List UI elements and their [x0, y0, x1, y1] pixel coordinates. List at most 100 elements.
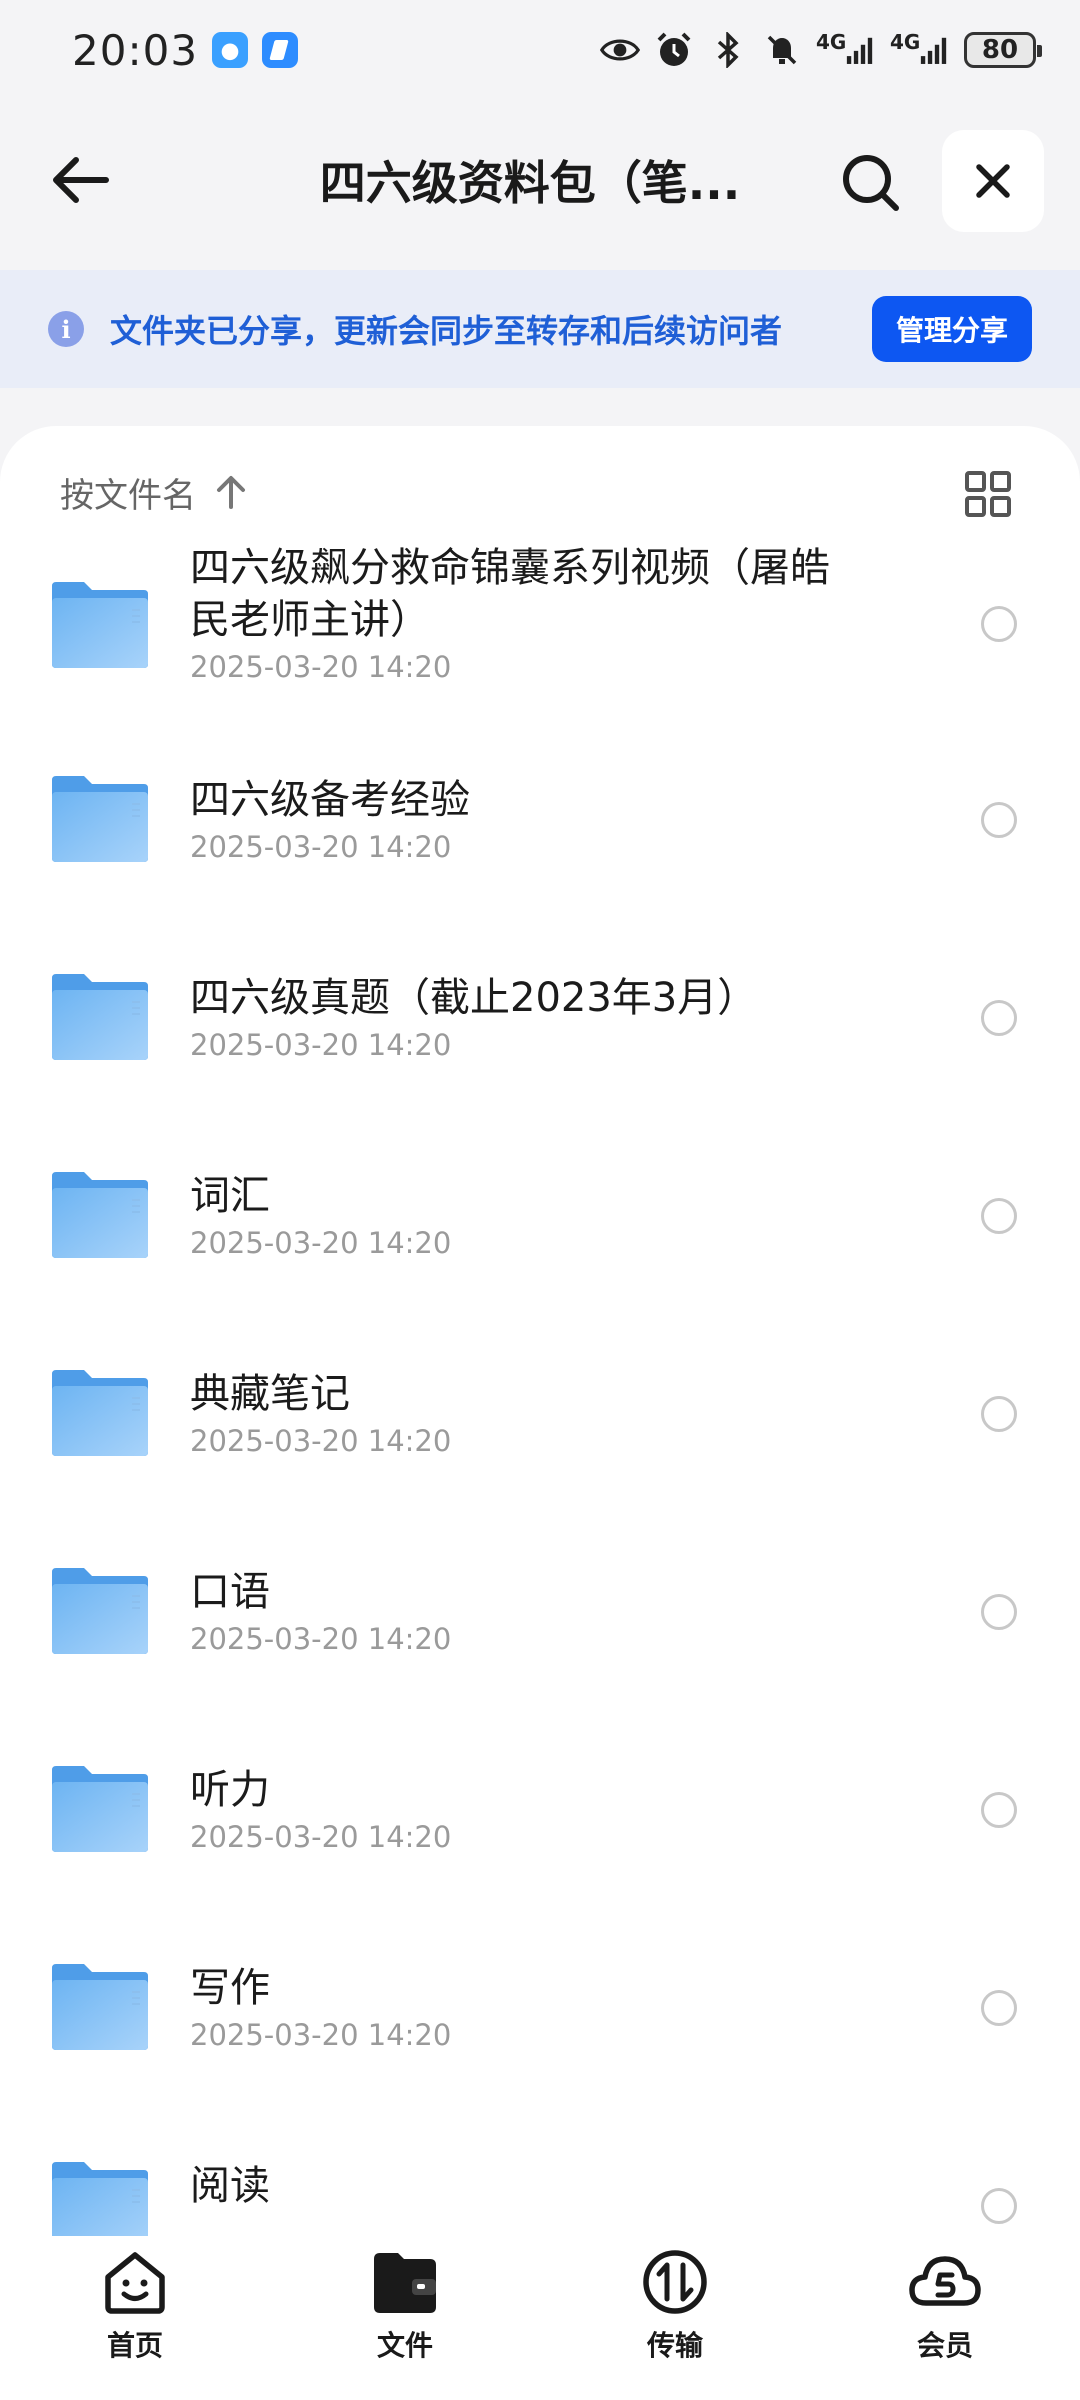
file-date: 2025-03-20 14:20	[190, 1622, 452, 1656]
app-notification-icon	[212, 32, 249, 68]
folder-icon	[52, 1172, 148, 1258]
file-date: 2025-03-20 14:20	[190, 1820, 452, 1854]
file-name: 四六级飙分救命锦囊系列视频（屠皓	[190, 545, 830, 591]
share-notice-text: 文件夹已分享，更新会同步至转存和后续访问者	[110, 312, 783, 350]
bottom-nav: 首页 文件 传输 会员	[0, 2236, 1080, 2400]
nav-transfer[interactable]: 传输	[540, 2236, 810, 2400]
list-item[interactable]: 阅读	[0, 2094, 1080, 2246]
list-item[interactable]: 听力 2025-03-20 14:20	[0, 1698, 1080, 1896]
select-radio[interactable]	[981, 1792, 1017, 1828]
sort-row: 按文件名	[0, 426, 1080, 558]
nav-label: 传输	[646, 2329, 703, 2362]
select-radio[interactable]	[981, 802, 1017, 838]
nav-label: 会员	[916, 2329, 973, 2362]
search-icon	[843, 155, 899, 211]
eye-icon	[600, 30, 640, 70]
nav-files[interactable]: 文件	[270, 2236, 540, 2400]
file-text: 四六级飙分救命锦囊系列视频（屠皓 民老师主讲） 2025-03-20 14:20	[190, 542, 890, 684]
signal-icon: 4G	[890, 30, 950, 70]
folder-icon	[52, 1964, 148, 2050]
file-date: 2025-03-20 14:20	[190, 650, 452, 684]
search-button[interactable]	[836, 148, 906, 218]
nav-home[interactable]: 首页	[0, 2236, 270, 2400]
list-item[interactable]: 写作 2025-03-20 14:20	[0, 1896, 1080, 2094]
close-icon	[976, 164, 1010, 198]
bluetooth-icon	[708, 30, 748, 70]
close-button[interactable]	[942, 130, 1044, 232]
home-smile-icon	[97, 2244, 173, 2320]
file-date: 2025-03-20 14:20	[190, 830, 452, 864]
file-name: 阅读	[190, 2163, 270, 2209]
select-radio[interactable]	[981, 1198, 1017, 1234]
file-text: 四六级备考经验 2025-03-20 14:20	[190, 774, 890, 864]
share-notice-banner: i 文件夹已分享，更新会同步至转存和后续访问者 管理分享	[0, 270, 1080, 388]
select-radio[interactable]	[981, 1990, 1017, 2026]
battery-indicator: 80	[964, 32, 1042, 68]
nav-label: 文件	[376, 2329, 433, 2362]
select-radio[interactable]	[981, 2188, 1017, 2224]
folder-icon	[52, 1568, 148, 1654]
arrow-left-icon	[53, 157, 109, 203]
top-app-bar: 四六级资料包（笔...	[0, 120, 1080, 240]
file-name: 写作	[190, 1965, 270, 2011]
file-text: 写作 2025-03-20 14:20	[190, 1962, 890, 2052]
nav-label: 首页	[106, 2329, 163, 2362]
alarm-icon	[654, 30, 694, 70]
file-list: 四六级飙分救命锦囊系列视频（屠皓 民老师主讲） 2025-03-20 14:20…	[0, 542, 1080, 2246]
folder-icon	[52, 776, 148, 862]
status-time: 20:03	[72, 25, 199, 75]
list-item[interactable]: 四六级备考经验 2025-03-20 14:20	[0, 708, 1080, 906]
select-radio[interactable]	[981, 1594, 1017, 1630]
file-name: 口语	[190, 1569, 270, 1615]
network-label: 4G	[816, 30, 847, 54]
list-item[interactable]: 四六级真题（截止2023年3月） 2025-03-20 14:20	[0, 906, 1080, 1104]
info-icon: i	[48, 311, 84, 347]
file-name: 四六级真题（截止2023年3月）	[190, 975, 758, 1021]
status-right: 4G 4G 80	[600, 30, 1042, 70]
mute-icon	[762, 30, 802, 70]
grid-view-icon[interactable]	[964, 470, 1012, 518]
select-radio[interactable]	[981, 606, 1017, 642]
arrow-up-icon[interactable]	[216, 475, 246, 509]
list-item[interactable]: 四六级飙分救命锦囊系列视频（屠皓 民老师主讲） 2025-03-20 14:20	[0, 542, 1080, 708]
list-item[interactable]: 词汇 2025-03-20 14:20	[0, 1104, 1080, 1302]
network-label: 4G	[890, 30, 921, 54]
cloud-member-icon	[907, 2244, 983, 2320]
status-left: 20:03	[72, 25, 299, 75]
list-item[interactable]: 口语 2025-03-20 14:20	[0, 1500, 1080, 1698]
file-text: 典藏笔记 2025-03-20 14:20	[190, 1368, 890, 1458]
file-date: 2025-03-20 14:20	[190, 1424, 452, 1458]
manage-share-button[interactable]: 管理分享	[871, 296, 1032, 362]
file-text: 听力 2025-03-20 14:20	[190, 1764, 890, 1854]
file-name: 词汇	[190, 1173, 270, 1219]
file-name: 听力	[190, 1767, 270, 1813]
nav-member[interactable]: 会员	[810, 2236, 1080, 2400]
folder-icon	[52, 2162, 148, 2246]
file-date: 2025-03-20 14:20	[190, 2018, 452, 2052]
file-list-panel: 按文件名 四六级飙分救命锦囊系列视频（屠皓 民老师主讲） 2025-03-20 …	[0, 426, 1080, 2246]
status-bar: 20:03 4G 4G 80	[0, 0, 1080, 100]
select-radio[interactable]	[981, 1396, 1017, 1432]
app-notification-icon	[262, 32, 299, 68]
file-text: 四六级真题（截止2023年3月） 2025-03-20 14:20	[190, 972, 890, 1062]
folder-icon	[52, 582, 148, 668]
folder-icon	[52, 1766, 148, 1852]
folder-icon	[52, 974, 148, 1060]
folder-icon	[52, 1370, 148, 1456]
signal-icon: 4G	[816, 30, 876, 70]
file-date: 2025-03-20 14:20	[190, 1028, 452, 1062]
file-date: 2025-03-20 14:20	[190, 1226, 452, 1260]
folder-wallet-icon	[367, 2244, 443, 2320]
back-button[interactable]	[48, 148, 112, 212]
file-text: 口语 2025-03-20 14:20	[190, 1566, 890, 1656]
transfer-icon	[637, 2244, 713, 2320]
file-name: 四六级备考经验	[190, 777, 470, 823]
file-name: 典藏笔记	[190, 1371, 350, 1417]
file-text: 词汇 2025-03-20 14:20	[190, 1170, 890, 1260]
select-radio[interactable]	[981, 1000, 1017, 1036]
list-item[interactable]: 典藏笔记 2025-03-20 14:20	[0, 1302, 1080, 1500]
file-text: 阅读	[190, 2160, 890, 2212]
sort-by-name-button[interactable]: 按文件名	[60, 468, 196, 517]
page-title: 四六级资料包（笔...	[319, 156, 741, 210]
file-name: 民老师主讲）	[190, 597, 430, 643]
